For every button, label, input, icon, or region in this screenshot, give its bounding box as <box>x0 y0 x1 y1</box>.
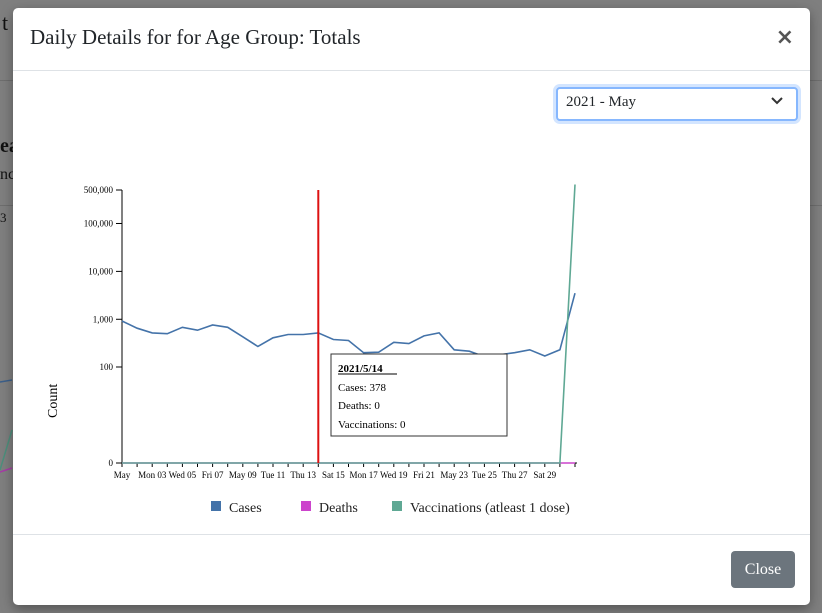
modal-title: Daily Details for for Age Group: Totals <box>30 25 361 49</box>
x-tick-label: May <box>114 470 131 480</box>
x-tick-label: Mon 17 <box>349 470 378 480</box>
y-tick-label: 10,000 <box>88 266 113 276</box>
tooltip-deaths: Deaths: 0 <box>338 400 380 412</box>
y-axis: 0 100 1,000 10,000 100,000 500,000 <box>84 185 123 468</box>
x-tick-label: Tue 25 <box>472 470 497 480</box>
legend-label: Deaths <box>319 501 358 516</box>
y-axis-label: Count <box>46 384 61 418</box>
background-small-text: 3 <box>0 210 7 225</box>
legend-label: Vaccinations (atleast 1 dose) <box>410 501 570 516</box>
y-tick-label: 100,000 <box>84 218 114 228</box>
y-tick-label: 500,000 <box>84 185 114 195</box>
legend-label: Cases <box>229 501 262 516</box>
legend-swatch <box>211 501 221 511</box>
tooltip: 2021/5/14 Cases: 378 Deaths: 0 Vaccinati… <box>330 353 508 437</box>
x-tick-label: May 09 <box>229 470 257 480</box>
chart-legend: Cases Deaths Vaccinations (atleast 1 dose) <box>211 501 570 516</box>
month-select[interactable]: 2021 - May <box>556 87 798 121</box>
x-tick-label: May 23 <box>440 470 468 480</box>
y-tick-label: 0 <box>109 458 114 468</box>
x-tick-label: Wed 19 <box>380 470 408 480</box>
legend-swatch <box>301 501 311 511</box>
x-tick-label: Tue 11 <box>261 470 286 480</box>
x-tick-label: Mon 03 <box>138 470 167 480</box>
x-tick-label: Fri 21 <box>413 470 435 480</box>
close-icon[interactable]: × <box>776 27 794 49</box>
tooltip-cases: Cases: 378 <box>338 382 386 394</box>
chart-area: 0 100 1,000 10,000 100,000 500,000 May Mon 03 W… <box>13 148 810 528</box>
series-line-cases <box>121 292 576 358</box>
y-tick-label: 1,000 <box>93 314 114 324</box>
month-select-value: 2021 - May <box>566 94 636 110</box>
x-tick-label: Sat 29 <box>533 470 556 480</box>
x-axis: May Mon 03 Wed 05 Fri 07 May 09 Tue 11 Thu 13 S… <box>114 462 577 480</box>
x-tick-label: Sat 15 <box>322 470 345 480</box>
tooltip-vaccinations: Vaccinations: 0 <box>338 419 406 431</box>
close-button[interactable]: Close <box>731 551 795 588</box>
tooltip-date: 2021/5/14 <box>338 363 383 375</box>
x-tick-label: Thu 27 <box>502 470 528 480</box>
chevron-down-icon <box>771 97 783 105</box>
background-title: t <box>2 10 9 35</box>
modal-footer: Close <box>13 534 810 606</box>
legend-swatch <box>392 501 402 511</box>
y-tick-label: 100 <box>100 362 114 372</box>
modal-header: Daily Details for for Age Group: Totals … <box>13 8 810 71</box>
x-tick-label: Wed 05 <box>169 470 197 480</box>
x-tick-label: Thu 13 <box>290 470 316 480</box>
daily-details-modal: Daily Details for for Age Group: Totals … <box>13 8 810 605</box>
line-chart: 01001,00010,000100,000500,000 May Mon 03 W… <box>46 184 577 516</box>
x-tick-label: Fri 07 <box>202 470 224 480</box>
